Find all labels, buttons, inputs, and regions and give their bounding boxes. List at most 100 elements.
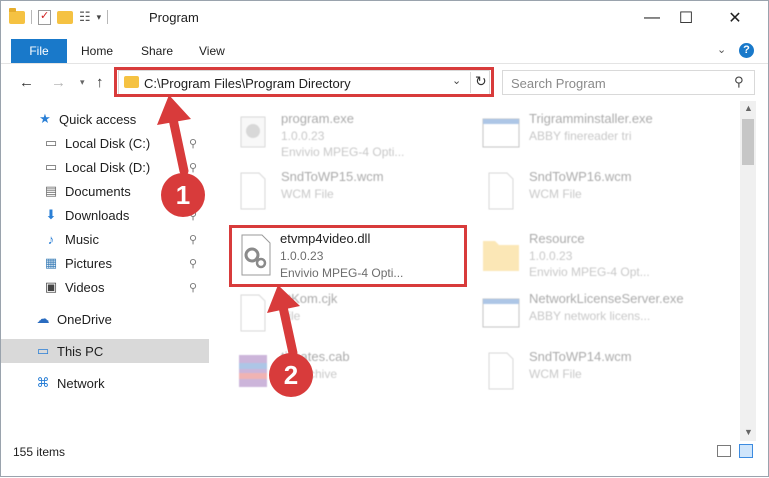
tab-share[interactable]: Share bbox=[131, 39, 183, 63]
sidebar-item-local-disk-c[interactable]: ▭ Local Disk (C:) ⚲ bbox=[1, 131, 209, 155]
folder-icon bbox=[483, 241, 519, 271]
search-icon[interactable]: ⚲ bbox=[734, 74, 744, 90]
pin-icon: ⚲ bbox=[189, 233, 198, 246]
forward-button[interactable]: → bbox=[51, 74, 66, 91]
file-item[interactable]: Resource 1.0.0.23 Envivio MPEG-4 Opt... bbox=[481, 227, 721, 281]
sidebar-item-videos[interactable]: ▣ Videos ⚲ bbox=[1, 275, 209, 299]
pin-icon: ⚲ bbox=[189, 281, 198, 294]
large-icons-view-icon[interactable] bbox=[739, 444, 753, 458]
highlighted-file-item[interactable]: etvmp4video.dll 1.0.0.23 Envivio MPEG-4 … bbox=[229, 225, 467, 287]
document-icon bbox=[240, 172, 266, 210]
sidebar-item-label: Music bbox=[65, 231, 99, 247]
sidebar-item-pictures[interactable]: ▦ Pictures ⚲ bbox=[1, 251, 209, 275]
pin-icon: ⚲ bbox=[189, 257, 198, 270]
sidebar-item-quick-access[interactable]: ★ Quick access bbox=[1, 107, 209, 131]
file-detail: WCM File bbox=[529, 187, 582, 201]
application-window-icon bbox=[482, 118, 520, 148]
file-detail: ABBY finereader tri bbox=[529, 129, 632, 143]
cloud-icon: ☁ bbox=[36, 311, 50, 326]
up-button[interactable]: ↑ bbox=[96, 74, 104, 91]
file-name: Trigramminstaller.exe bbox=[529, 111, 653, 126]
download-icon: ⬇ bbox=[45, 207, 57, 222]
file-detail: Envivio MPEG-4 Opti... bbox=[281, 145, 405, 159]
scroll-thumb[interactable] bbox=[742, 119, 754, 165]
music-icon: ♪ bbox=[47, 231, 55, 247]
sidebar-item-this-pc[interactable]: ▭ This PC bbox=[1, 339, 209, 363]
file-item[interactable]: SndToWP16.wcm WCM File bbox=[481, 165, 721, 219]
sidebar-item-label: Local Disk (D:) bbox=[65, 159, 151, 175]
search-placeholder: Search Program bbox=[511, 76, 606, 91]
file-name: Resource bbox=[529, 231, 585, 246]
item-count: 155 items bbox=[13, 445, 66, 459]
file-detail: WCM File bbox=[529, 367, 582, 381]
status-bar: 155 items bbox=[1, 441, 768, 463]
step-1-badge: 1 bbox=[161, 173, 205, 217]
gear-icon bbox=[240, 116, 266, 148]
back-button[interactable]: ← bbox=[19, 74, 34, 91]
star-icon: ★ bbox=[39, 111, 51, 126]
search-input[interactable]: Search Program ⚲ bbox=[502, 70, 755, 95]
pin-icon: ⚲ bbox=[189, 161, 198, 174]
close-button[interactable]: ✕ bbox=[712, 1, 758, 35]
network-icon: ⌘ bbox=[36, 375, 50, 390]
vertical-scrollbar[interactable]: ▲ ▼ bbox=[740, 101, 756, 441]
sidebar-item-label: This PC bbox=[57, 343, 104, 359]
help-icon[interactable]: ? bbox=[739, 43, 754, 58]
sidebar-item-onedrive[interactable]: ☁ OneDrive bbox=[1, 307, 209, 331]
new-folder-icon[interactable] bbox=[57, 10, 73, 24]
properties-icon[interactable] bbox=[38, 9, 51, 25]
application-window-icon bbox=[482, 298, 520, 328]
tab-file[interactable]: File bbox=[11, 39, 67, 63]
navigation-pane: ★ Quick access ▭ Local Disk (C:) ⚲ ▭ Loc… bbox=[1, 101, 209, 441]
expand-ribbon-icon[interactable]: ⌄ bbox=[717, 43, 726, 56]
sidebar-item-label: OneDrive bbox=[57, 311, 112, 327]
sidebar-item-label: Pictures bbox=[65, 255, 112, 271]
file-name: SndToWP14.wcm bbox=[529, 349, 632, 364]
file-item[interactable]: program.exe 1.0.0.23 Envivio MPEG-4 Opti… bbox=[233, 107, 473, 161]
sidebar-item-label: Network bbox=[57, 375, 105, 391]
customize-toolbar-icon[interactable]: ☷ bbox=[79, 9, 91, 25]
scroll-up-icon[interactable]: ▲ bbox=[744, 103, 753, 113]
scroll-down-icon[interactable]: ▼ bbox=[744, 427, 753, 437]
title-bar: ☷ ▾ Program — ☐ ✕ bbox=[1, 1, 768, 35]
window-title: Program bbox=[149, 10, 199, 25]
videos-icon: ▣ bbox=[44, 279, 58, 294]
sidebar-item-label: Videos bbox=[65, 279, 105, 295]
ribbon-tabs: File Home Share View ⌄ ? bbox=[1, 39, 768, 64]
chevron-down-icon[interactable]: ▾ bbox=[97, 12, 102, 23]
pin-icon: ⚲ bbox=[189, 137, 198, 150]
sidebar-item-music[interactable]: ♪ Music ⚲ bbox=[1, 227, 209, 251]
tab-view[interactable]: View bbox=[189, 39, 235, 63]
tab-home[interactable]: Home bbox=[71, 39, 123, 63]
explorer-window: ☷ ▾ Program — ☐ ✕ File Home Share View ⌄… bbox=[0, 0, 769, 477]
file-detail: Envivio MPEG-4 Opti... bbox=[280, 266, 404, 280]
file-item[interactable]: SndToWP14.wcm WCM File bbox=[481, 345, 721, 399]
gear-icon bbox=[241, 234, 271, 276]
sidebar-item-label: Quick access bbox=[59, 111, 137, 127]
file-item[interactable]: xtKom.cjk File bbox=[233, 287, 473, 341]
file-detail: 1.0.0.23 bbox=[529, 249, 573, 263]
folder-icon bbox=[9, 7, 25, 24]
sidebar-item-label: Documents bbox=[65, 183, 131, 199]
drive-icon: ▭ bbox=[44, 135, 58, 150]
file-name: program.exe bbox=[281, 111, 354, 126]
details-view-icon[interactable] bbox=[717, 445, 731, 457]
file-item[interactable]: SndToWP15.wcm WCM File bbox=[233, 165, 473, 219]
documents-icon: ▤ bbox=[44, 183, 58, 198]
sidebar-item-network[interactable]: ⌘ Network bbox=[1, 371, 209, 395]
recent-locations-icon[interactable]: ▾ bbox=[80, 77, 85, 88]
navigation-bar: ← → ▾ ↑ C:\Program Files\Program Directo… bbox=[1, 67, 768, 97]
file-detail: Envivio MPEG-4 Opt... bbox=[529, 265, 650, 279]
file-item[interactable]: NetworkLicenseServer.exe ABBY network li… bbox=[481, 287, 721, 341]
archive-icon bbox=[239, 355, 267, 387]
address-highlight-box bbox=[114, 67, 494, 97]
file-item[interactable]: Trigramminstaller.exe ABBY finereader tr… bbox=[481, 107, 721, 161]
sidebar-item-label: Local Disk (C:) bbox=[65, 135, 151, 151]
file-detail: 1.0.0.23 bbox=[280, 249, 324, 263]
separator bbox=[107, 10, 109, 24]
step-2-badge: 2 bbox=[269, 353, 313, 397]
file-detail: ABBY network licens... bbox=[529, 309, 651, 323]
separator bbox=[31, 10, 32, 24]
maximize-button[interactable]: ☐ bbox=[663, 1, 709, 35]
file-detail: File bbox=[281, 309, 301, 323]
